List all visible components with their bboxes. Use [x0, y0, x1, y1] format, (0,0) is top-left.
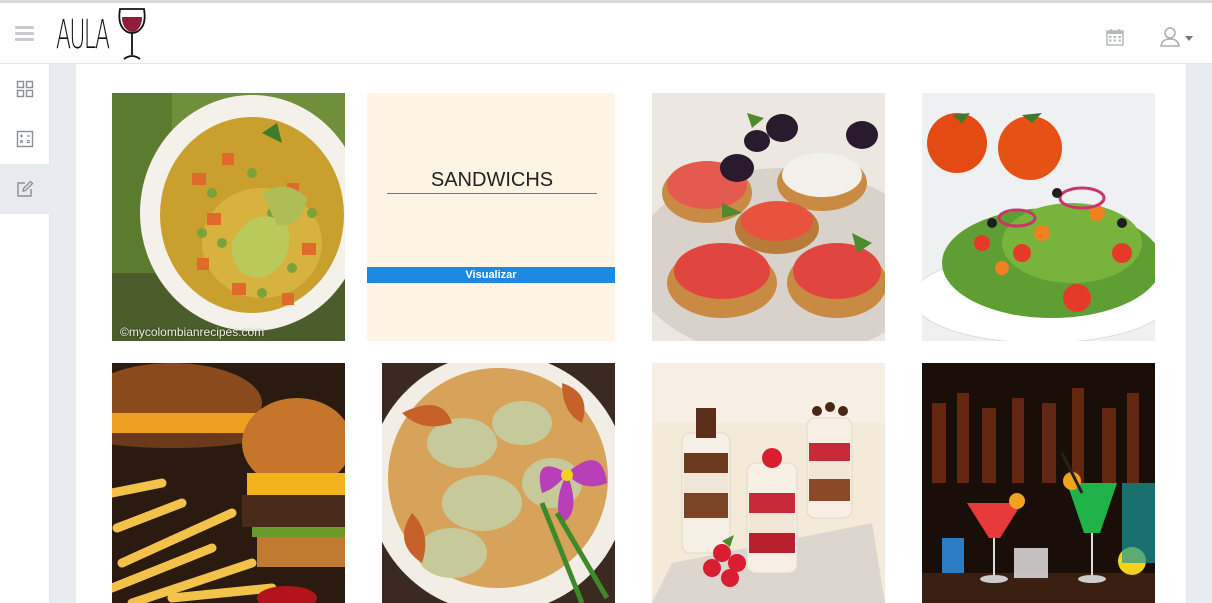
sidebar-item-calculator[interactable]: [0, 114, 50, 164]
logo[interactable]: AULA: [56, 7, 152, 63]
grid-icon: [16, 80, 34, 98]
tile-drinks[interactable]: [922, 363, 1155, 603]
burger-image: [112, 363, 345, 603]
sidebar-item-edit[interactable]: [0, 164, 50, 214]
wine-glass-icon: [118, 8, 146, 60]
category-title: SANDWICHS: [387, 169, 597, 194]
menu-icon[interactable]: [15, 26, 34, 41]
tile-burger[interactable]: [112, 363, 345, 603]
menu-grid: ©mycolombianrecipes.com SANDWICHS Visual…: [76, 64, 1186, 603]
edit-icon: [17, 180, 34, 197]
calendar-icon[interactable]: [1105, 27, 1125, 47]
view-button[interactable]: Visualizar: [367, 267, 615, 283]
tile-salad[interactable]: [922, 93, 1155, 341]
tile-dessert[interactable]: [652, 363, 885, 603]
dessert-image: [652, 363, 885, 603]
seafood-image: [382, 363, 615, 603]
sidebar: [0, 64, 50, 603]
calculator-icon: [16, 130, 34, 148]
drinks-image: [922, 363, 1155, 603]
user-icon: [1160, 27, 1180, 47]
sidebar-item-dashboard[interactable]: [0, 64, 50, 114]
user-menu[interactable]: [1158, 25, 1198, 49]
bruschetta-image: [652, 93, 885, 341]
tile-sandwiches[interactable]: SANDWICHS Visualizar: [367, 93, 615, 341]
salad-image: [922, 93, 1155, 341]
tile-seafood[interactable]: [382, 363, 615, 603]
tile-bruschetta[interactable]: [652, 93, 885, 341]
tile-soup[interactable]: ©mycolombianrecipes.com: [112, 93, 345, 341]
image-credit: ©mycolombianrecipes.com: [120, 325, 265, 339]
caret-down-icon: [1185, 36, 1193, 41]
soup-image: [112, 93, 345, 341]
top-bar: AULA: [0, 0, 1212, 64]
